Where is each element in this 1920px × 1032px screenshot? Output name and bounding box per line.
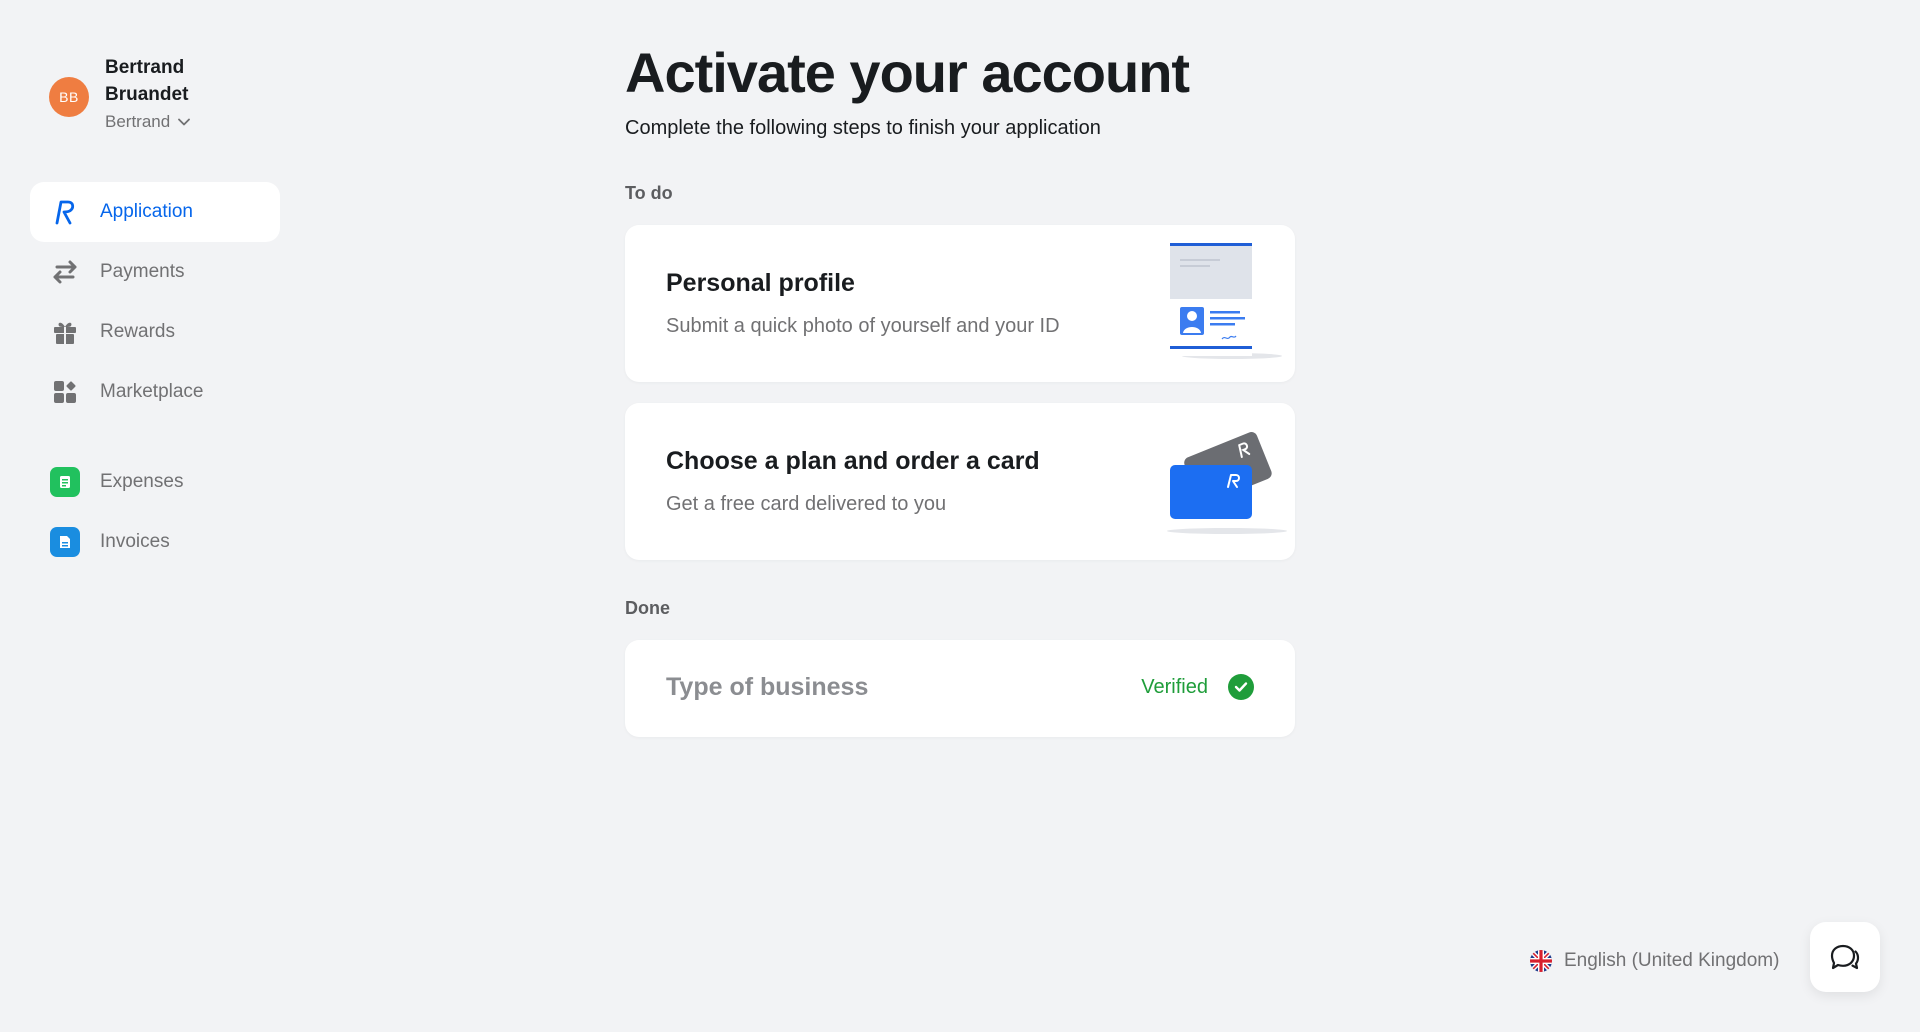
apps-grid-icon <box>50 377 80 407</box>
user-info: Bertrand Bruandet Bertrand <box>105 54 215 132</box>
account-switcher[interactable]: Bertrand <box>105 112 215 132</box>
nav-item-label: Expenses <box>100 471 184 492</box>
nav-item-payments[interactable]: Payments <box>30 242 280 302</box>
nav-item-label: Rewards <box>100 321 175 342</box>
chat-bubbles-icon <box>1830 944 1860 970</box>
nav-item-label: Payments <box>100 261 185 282</box>
card-title: Choose a plan and order a card <box>666 447 1040 475</box>
nav-item-rewards[interactable]: Rewards <box>30 302 280 362</box>
nav-item-application[interactable]: Application <box>30 182 280 242</box>
status-badge: Verified <box>1141 674 1254 700</box>
check-circle-icon <box>1228 674 1254 700</box>
main-nav: Application Payments Rewards Marketplace… <box>30 182 280 572</box>
section-label-done: Done <box>625 598 670 618</box>
nav-item-label: Invoices <box>100 531 170 552</box>
user-profile[interactable]: BB Bertrand Bruandet Bertrand <box>49 54 215 132</box>
gift-icon <box>50 317 80 347</box>
page-title: Activate your account <box>625 41 1190 104</box>
nav-item-label: Marketplace <box>100 381 204 402</box>
card-description: Get a free card delivered to you <box>666 493 947 515</box>
avatar[interactable]: BB <box>49 77 89 117</box>
uk-flag-icon <box>1530 950 1552 972</box>
transfer-arrows-icon <box>50 257 80 287</box>
cards-illustration <box>1167 432 1287 534</box>
chevron-down-icon <box>178 118 191 126</box>
step-card-choose-plan[interactable]: Choose a plan and order a card Get a fre… <box>625 403 1295 560</box>
id-document-illustration <box>1170 243 1282 359</box>
invoices-document-icon <box>50 527 80 557</box>
card-description: Submit a quick photo of yourself and you… <box>666 315 1060 337</box>
revolut-r-icon <box>50 197 80 227</box>
card-title: Type of business <box>666 673 869 701</box>
section-label-todo: To do <box>625 183 673 203</box>
nav-item-expenses[interactable]: Expenses <box>30 452 280 512</box>
status-label: Verified <box>1141 675 1208 698</box>
nav-item-invoices[interactable]: Invoices <box>30 512 280 572</box>
language-selector[interactable]: English (United Kingdom) <box>1530 950 1779 972</box>
chat-button[interactable] <box>1810 922 1880 992</box>
step-card-personal-profile[interactable]: Personal profile Submit a quick photo of… <box>625 225 1295 382</box>
expenses-receipt-icon <box>50 467 80 497</box>
sidebar: BB Bertrand Bruandet Bertrand Applicatio… <box>0 0 320 1032</box>
card-title: Personal profile <box>666 269 855 297</box>
account-switcher-label: Bertrand <box>105 112 171 131</box>
step-card-type-of-business[interactable]: Type of business Verified <box>625 640 1295 737</box>
nav-item-marketplace[interactable]: Marketplace <box>30 362 280 422</box>
language-label: English (United Kingdom) <box>1564 950 1780 971</box>
user-name: Bertrand Bruandet <box>105 57 189 105</box>
page-subtitle: Complete the following steps to finish y… <box>625 117 1101 139</box>
nav-divider <box>30 422 280 452</box>
nav-item-label: Application <box>100 201 193 222</box>
